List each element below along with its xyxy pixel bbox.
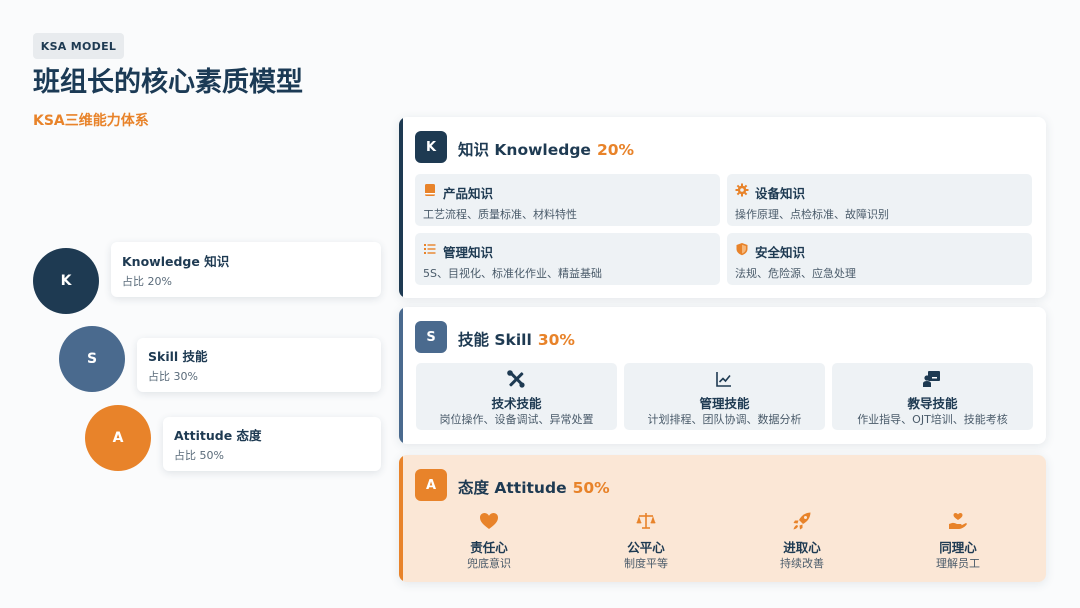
management-skill-card: 管理技能 计划排程、团队协调、数据分析	[624, 363, 825, 430]
card-description: 作业指导、OJT培训、技能考核	[857, 413, 1008, 426]
attitude-panel: A 态度 Attitude 50% 责任心 兜底意识 公平心 制度平等 进取心 持…	[399, 455, 1046, 582]
safety-knowledge-card: 安全知识 法规、危险源、应急处理	[727, 233, 1032, 285]
accent-bar	[399, 455, 403, 582]
legend-title: Skill 技能	[148, 349, 208, 364]
skill-legend-card: Skill 技能 占比 30%	[137, 338, 381, 392]
responsibility-item: 责任心 兜底意识	[411, 511, 567, 581]
list-icon	[424, 244, 436, 254]
legend-share: 占比 20%	[122, 274, 172, 288]
item-title: 同理心	[939, 540, 977, 555]
card-description: 计划排程、团队协调、数据分析	[647, 413, 802, 426]
card-title: 产品知识	[443, 186, 494, 201]
knowledge-badge: K	[415, 131, 447, 163]
item-title: 公平心	[627, 540, 665, 555]
teaching-skill-card: 教导技能 作业指导、OJT培训、技能考核	[832, 363, 1033, 430]
knowledge-panel: K 知识 Knowledge 20% 产品知识 工艺流程、质量标准、材料特性 设备…	[399, 117, 1046, 298]
item-title: 进取心	[783, 540, 821, 555]
item-description: 持续改善	[780, 557, 824, 570]
ambition-item: 进取心 持续改善	[724, 511, 880, 581]
technical-skill-card: 技术技能 岗位操作、设备调试、异常处置	[416, 363, 617, 430]
hand-heart-icon	[949, 513, 967, 529]
card-title: 管理技能	[699, 396, 750, 411]
knowledge-legend-card: Knowledge 知识 占比 20%	[111, 242, 381, 297]
skill-circle: S	[59, 326, 125, 392]
heart-icon	[480, 513, 498, 529]
attitude-circle: A	[85, 405, 151, 471]
weight-percent: 20%	[596, 141, 635, 159]
knowledge-circle: K	[33, 248, 99, 314]
panel-title-text: 知识 Knowledge	[458, 141, 591, 159]
card-title: 技术技能	[491, 396, 542, 411]
legend-share: 占比 50%	[174, 449, 224, 462]
legend-share: 占比 30%	[148, 370, 198, 383]
card-description: 法规、危险源、应急处理	[735, 267, 856, 280]
attitude-badge: A	[415, 469, 447, 501]
management-knowledge-card: 管理知识 5S、目视化、标准化作业、精益基础	[415, 233, 720, 285]
item-description: 兜底意识	[467, 557, 511, 570]
product-knowledge-card: 产品知识 工艺流程、质量标准、材料特性	[415, 174, 720, 226]
fairness-item: 公平心 制度平等	[568, 511, 724, 581]
page-subtitle: KSA三维能力体系	[33, 113, 149, 129]
skill-badge: S	[415, 321, 447, 353]
item-description: 理解员工	[936, 557, 980, 570]
card-title: 教导技能	[907, 396, 958, 411]
balance-scale-icon	[636, 513, 656, 529]
equipment-knowledge-card: 设备知识 操作原理、点检标准、故障识别	[727, 174, 1032, 226]
line-chart-icon	[716, 372, 731, 387]
panel-title-text: 技能 Skill	[458, 331, 532, 349]
shield-icon	[736, 243, 748, 256]
legend-title: Attitude 态度	[174, 428, 262, 443]
item-title: 责任心	[470, 540, 508, 555]
skill-panel: S 技能 Skill 30% 技术技能 岗位操作、设备调试、异常处置 管理技能 计…	[399, 307, 1046, 444]
attitude-title: 态度 Attitude 50%	[458, 476, 610, 498]
card-title: 设备知识	[755, 186, 806, 201]
skill-title: 技能 Skill 30%	[458, 328, 575, 350]
panel-title-text: 态度 Attitude	[458, 479, 567, 497]
card-description: 5S、目视化、标准化作业、精益基础	[423, 267, 602, 280]
item-description: 制度平等	[624, 557, 668, 570]
empathy-item: 同理心 理解员工	[880, 511, 1036, 581]
weight-percent: 50%	[572, 479, 610, 497]
rocket-icon	[793, 512, 811, 530]
page-title: 班组长的核心素质模型	[33, 67, 303, 98]
weight-percent: 30%	[537, 331, 575, 349]
accent-bar	[399, 117, 403, 298]
card-description: 操作原理、点检标准、故障识别	[735, 208, 889, 221]
card-description: 工艺流程、质量标准、材料特性	[423, 208, 577, 221]
card-title: 管理知识	[443, 245, 494, 260]
card-title: 安全知识	[755, 245, 806, 260]
tools-icon	[507, 370, 525, 388]
model-tag: KSA MODEL	[33, 33, 124, 59]
attitude-legend-card: Attitude 态度 占比 50%	[163, 417, 381, 471]
knowledge-title: 知识 Knowledge 20%	[458, 138, 634, 160]
gear-icon	[735, 183, 749, 197]
accent-bar	[399, 307, 403, 444]
teaching-icon	[923, 371, 940, 387]
card-description: 岗位操作、设备调试、异常处置	[439, 413, 594, 426]
book-icon	[425, 184, 435, 196]
legend-title: Knowledge 知识	[122, 253, 230, 269]
